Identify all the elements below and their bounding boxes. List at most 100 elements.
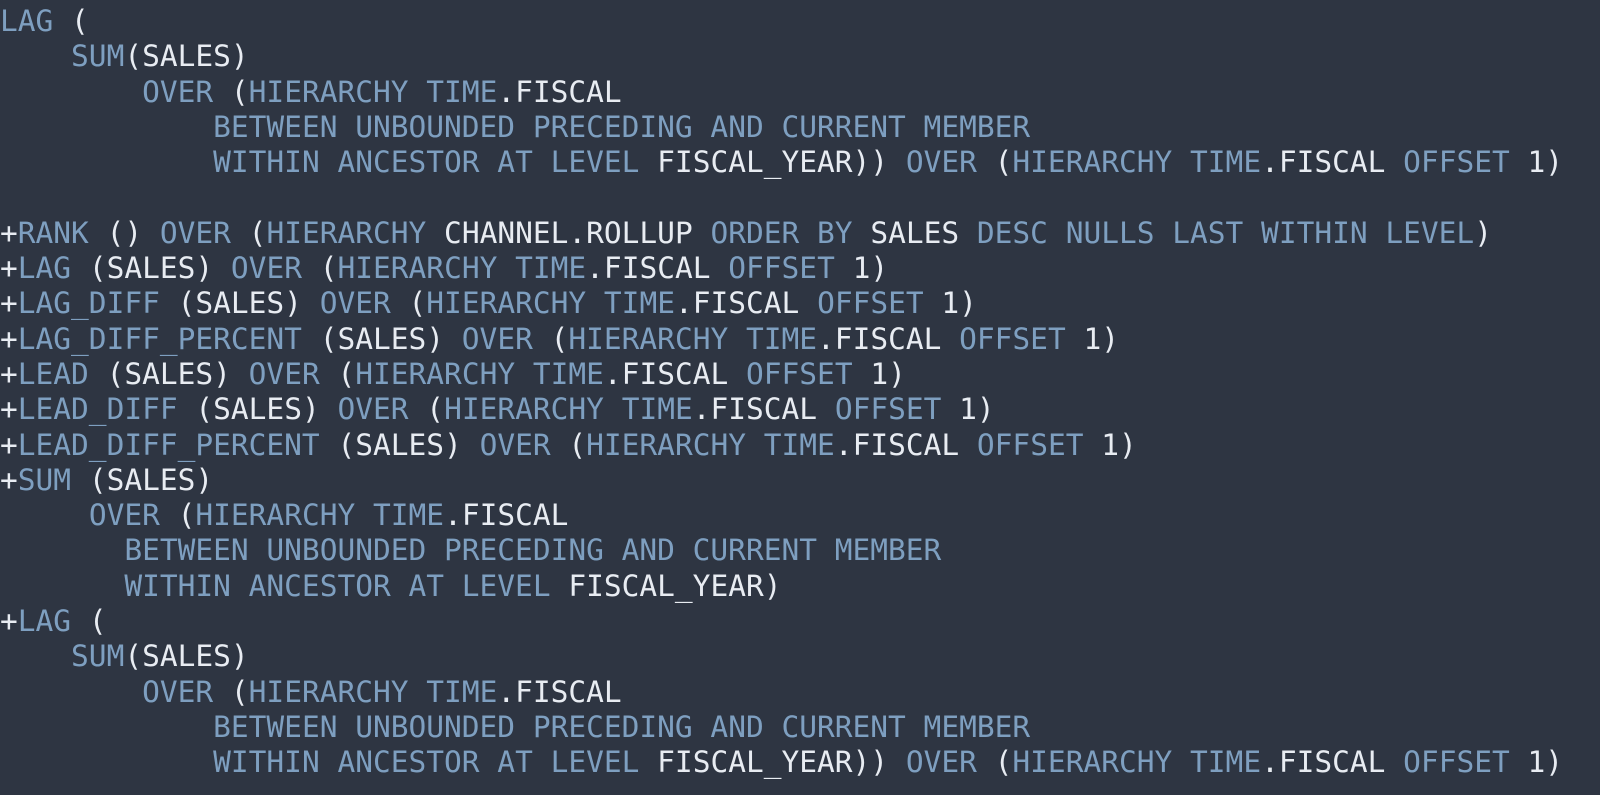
- code-token-kw: TIME: [426, 74, 498, 109]
- code-token-id: CHANNEL.ROLLUP: [426, 215, 711, 250]
- code-token-id: .FISCAL: [1261, 745, 1386, 780]
- code-token-kw: HIERARCHY: [1012, 745, 1173, 780]
- code-token-kw: TIME: [746, 321, 818, 356]
- code-token-kw: OVER: [230, 251, 302, 286]
- code-token-kw: LAG_DIFF_PERCENT: [17, 321, 302, 356]
- code-token-kw: TIME: [373, 498, 445, 533]
- code-line-blank[interactable]: [0, 180, 1600, 215]
- code-token-pun: (: [159, 498, 196, 533]
- code-token-id: (SALES): [71, 251, 231, 286]
- code-line[interactable]: +LEAD (SALES) OVER (HIERARCHY TIME.FISCA…: [0, 357, 1600, 392]
- code-token-kw: TIME: [603, 286, 675, 321]
- code-token-pun: [728, 357, 746, 391]
- code-token-pun: (: [976, 745, 1013, 780]
- code-token-pun: [409, 675, 427, 709]
- code-token-pun: (: [213, 674, 249, 709]
- code-token-pun: (: [408, 392, 445, 427]
- code-token-kw: OFFSET: [959, 321, 1066, 356]
- code-token-kw: SUM: [71, 39, 125, 74]
- code-line[interactable]: +LAG_DIFF_PERCENT (SALES) OVER (HIERARCH…: [0, 322, 1600, 357]
- code-token-pun: [0, 745, 213, 779]
- code-token-plus: +: [0, 356, 18, 391]
- code-token-id: .FISCAL: [692, 392, 818, 427]
- code-token-pun: (: [230, 215, 267, 250]
- code-token-kw: LAG: [17, 251, 72, 286]
- code-token-kw: OVER: [142, 674, 214, 709]
- code-line[interactable]: OVER (HIERARCHY TIME.FISCAL: [0, 675, 1600, 710]
- code-token-pun: [604, 392, 622, 426]
- code-token-kw: DESC NULLS LAST WITHIN LEVEL: [976, 215, 1475, 250]
- code-token-pun: [888, 745, 906, 779]
- code-token-kw: TIME: [532, 356, 604, 391]
- code-token-kw: WITHIN ANCESTOR AT LEVEL: [124, 568, 551, 603]
- code-token-pun: [959, 428, 977, 462]
- code-token-id: (SALES): [301, 321, 462, 356]
- code-token-kw: OVER: [479, 427, 551, 462]
- code-line[interactable]: BETWEEN UNBOUNDED PRECEDING AND CURRENT …: [0, 110, 1600, 145]
- code-line[interactable]: SUM(SALES): [0, 39, 1600, 74]
- code-lines-container[interactable]: LAG ( SUM(SALES) OVER (HIERARCHY TIME.FI…: [0, 4, 1600, 781]
- code-token-pun: [817, 392, 835, 426]
- code-token-id: .FISCAL: [497, 674, 622, 709]
- code-line[interactable]: +SUM (SALES): [0, 463, 1600, 498]
- code-token-kw: BETWEEN UNBOUNDED PRECEDING AND CURRENT …: [124, 533, 942, 568]
- code-token-kw: OVER: [905, 745, 977, 780]
- code-token-id: (SALES): [124, 639, 249, 674]
- code-token-kw: HIERARCHY: [266, 215, 427, 250]
- code-token-id: SALES: [852, 215, 977, 250]
- code-token-id: .FISCAL: [497, 74, 622, 109]
- code-token-id: (SALES): [159, 286, 320, 321]
- code-token-kw: LAG_DIFF: [17, 286, 160, 321]
- code-token-plus: +: [0, 604, 18, 639]
- code-line[interactable]: +LAG_DIFF (SALES) OVER (HIERARCHY TIME.F…: [0, 286, 1600, 321]
- code-line[interactable]: WITHIN ANCESTOR AT LEVEL FISCAL_YEAR)) O…: [0, 745, 1600, 780]
- code-token-pun: (: [976, 145, 1013, 180]
- code-token-id: .FISCAL: [586, 251, 711, 286]
- code-line[interactable]: WITHIN ANCESTOR AT LEVEL FISCAL_YEAR): [0, 569, 1600, 604]
- code-line[interactable]: OVER (HIERARCHY TIME.FISCAL: [0, 75, 1600, 110]
- code-token-pun: [0, 75, 142, 109]
- code-token-kw: HIERARCHY: [426, 286, 587, 321]
- code-token-kw: OVER: [461, 321, 533, 356]
- code-token-pun: [0, 110, 213, 144]
- code-token-kw: HIERARCHY: [444, 392, 604, 427]
- code-token-plus: +: [0, 215, 18, 250]
- code-line[interactable]: +LEAD_DIFF_PERCENT (SALES) OVER (HIERARC…: [0, 428, 1600, 463]
- code-line[interactable]: BETWEEN UNBOUNDED PRECEDING AND CURRENT …: [0, 533, 1600, 568]
- code-token-pun: [799, 286, 817, 320]
- code-token-pun: [1172, 145, 1190, 179]
- code-token-kw: OFFSET: [976, 427, 1084, 462]
- code-token-pun: [515, 357, 533, 391]
- code-editor-pane[interactable]: LAG ( SUM(SALES) OVER (HIERARCHY TIME.FI…: [0, 0, 1600, 795]
- code-token-kw: OVER: [159, 215, 231, 250]
- code-token-kw: OVER: [337, 392, 409, 427]
- code-token-kw: SUM: [17, 462, 72, 497]
- code-token-pun: [497, 251, 515, 285]
- code-token-id: (SALES): [124, 39, 249, 74]
- code-token-pun: (: [319, 356, 356, 391]
- code-token-pun: [0, 639, 71, 673]
- code-line[interactable]: OVER (HIERARCHY TIME.FISCAL: [0, 498, 1600, 533]
- code-line[interactable]: BETWEEN UNBOUNDED PRECEDING AND CURRENT …: [0, 710, 1600, 745]
- code-token-kw: OVER: [905, 145, 977, 180]
- code-line[interactable]: WITHIN ANCESTOR AT LEVEL FISCAL_YEAR)) O…: [0, 145, 1600, 180]
- code-token-kw: HIERARCHY: [586, 427, 746, 462]
- code-line[interactable]: +LAG (: [0, 604, 1600, 639]
- code-line[interactable]: +RANK () OVER (HIERARCHY CHANNEL.ROLLUP …: [0, 216, 1600, 251]
- code-token-kw: HIERARCHY: [195, 498, 356, 533]
- code-token-kw: OFFSET: [817, 286, 924, 321]
- code-line[interactable]: +LAG (SALES) OVER (HIERARCHY TIME.FISCAL…: [0, 251, 1600, 286]
- code-token-pun: [888, 145, 906, 179]
- code-token-pun: [728, 322, 746, 356]
- code-line[interactable]: SUM(SALES): [0, 639, 1600, 674]
- code-token-pun: [1385, 145, 1403, 179]
- code-token-num: 1): [1083, 427, 1137, 462]
- code-token-plus: +: [0, 392, 18, 427]
- code-line[interactable]: LAG (: [0, 4, 1600, 39]
- code-token-id: .FISCAL: [1261, 145, 1386, 180]
- code-token-id: FISCAL_YEAR): [550, 568, 782, 603]
- code-token-num: 1): [1509, 745, 1564, 780]
- code-line[interactable]: +LEAD_DIFF (SALES) OVER (HIERARCHY TIME.…: [0, 392, 1600, 427]
- code-token-num: 1): [1065, 321, 1120, 356]
- code-token-kw: TIME: [426, 674, 498, 709]
